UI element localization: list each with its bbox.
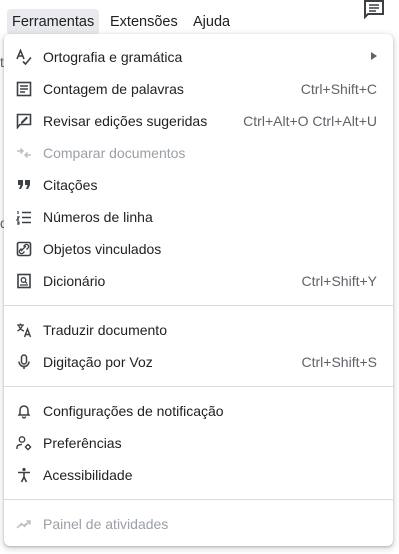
menu-item-linked-objects[interactable]: Objetos vinculados: [4, 233, 393, 265]
menu-item-label: Comparar documentos: [43, 145, 186, 161]
menu-separator: [4, 499, 393, 500]
menu-item-label: Dicionário: [43, 273, 106, 289]
comment-icon[interactable]: [363, 0, 385, 20]
word-count-icon: [16, 81, 32, 97]
menu-ferramentas[interactable]: Ferramentas: [7, 9, 100, 35]
linked-objects-icon: [16, 241, 32, 257]
menu-item-preferences[interactable]: Preferências: [4, 427, 393, 459]
menu-item-shortcut: Ctrl+Alt+O Ctrl+Alt+U: [243, 113, 377, 129]
menu-item-shortcut: Ctrl+Shift+Y: [301, 273, 377, 289]
menu-separator: [4, 386, 393, 387]
quote-icon: [16, 177, 32, 193]
menu-separator: [4, 305, 393, 306]
menu-item-review-suggestions[interactable]: Revisar edições sugeridas Ctrl+Alt+O Ctr…: [4, 105, 393, 137]
menu-item-label: Objetos vinculados: [43, 241, 162, 257]
bell-icon: [16, 403, 32, 419]
menu-extensoes[interactable]: Extensões: [105, 9, 183, 35]
menu-item-label: Contagem de palavras: [43, 81, 184, 97]
menu-item-label: Ortografia e gramática: [43, 49, 183, 65]
menu-item-label: Digitação por Voz: [43, 354, 153, 370]
menu-item-label: Configurações de notificação: [43, 403, 224, 419]
translate-icon: [16, 322, 32, 338]
compare-icon: [16, 145, 32, 161]
menu-item-accessibility[interactable]: Acessibilidade: [4, 459, 393, 491]
menu-bar: Ferramentas Extensões Ajuda: [0, 0, 399, 38]
review-suggestions-icon: [16, 113, 32, 129]
menu-item-word-count[interactable]: Contagem de palavras Ctrl+Shift+C: [4, 73, 393, 105]
dictionary-icon: [16, 273, 32, 289]
menu-item-label: Números de linha: [43, 209, 153, 225]
menu-item-citations[interactable]: Citações: [4, 169, 393, 201]
accessibility-icon: [16, 467, 32, 483]
menu-item-label: Acessibilidade: [43, 467, 133, 483]
preferences-icon: [16, 435, 32, 451]
menu-item-label: Citações: [43, 177, 98, 193]
menu-item-label: Painel de atividades: [43, 516, 169, 532]
menu-item-notification-settings[interactable]: Configurações de notificação: [4, 395, 393, 427]
menu-item-shortcut: Ctrl+Shift+S: [301, 354, 377, 370]
line-numbers-icon: [16, 209, 32, 225]
menu-item-label: Preferências: [43, 435, 122, 451]
submenu-arrow-icon: [371, 52, 377, 60]
activity-dashboard-icon: [16, 516, 32, 532]
menu-item-compare-documents: Comparar documentos: [4, 137, 393, 169]
menu-item-spelling-grammar[interactable]: Ortografia e gramática: [4, 41, 393, 73]
menu-item-line-numbers[interactable]: Números de linha: [4, 201, 393, 233]
menu-item-voice-typing[interactable]: Digitação por Voz Ctrl+Shift+S: [4, 346, 393, 378]
menu-ajuda[interactable]: Ajuda: [188, 9, 235, 35]
menu-item-label: Traduzir documento: [43, 322, 167, 338]
menu-item-activity-dashboard: Painel de atividades: [4, 508, 393, 540]
menu-item-label: Revisar edições sugeridas: [43, 113, 208, 129]
spellcheck-icon: [16, 49, 32, 65]
menu-item-translate-document[interactable]: Traduzir documento: [4, 314, 393, 346]
menu-item-dictionary[interactable]: Dicionário Ctrl+Shift+Y: [4, 265, 393, 297]
microphone-icon: [16, 354, 32, 370]
menu-item-shortcut: Ctrl+Shift+C: [300, 81, 377, 97]
tools-dropdown-menu: Ortografia e gramática Contagem de palav…: [4, 34, 393, 546]
